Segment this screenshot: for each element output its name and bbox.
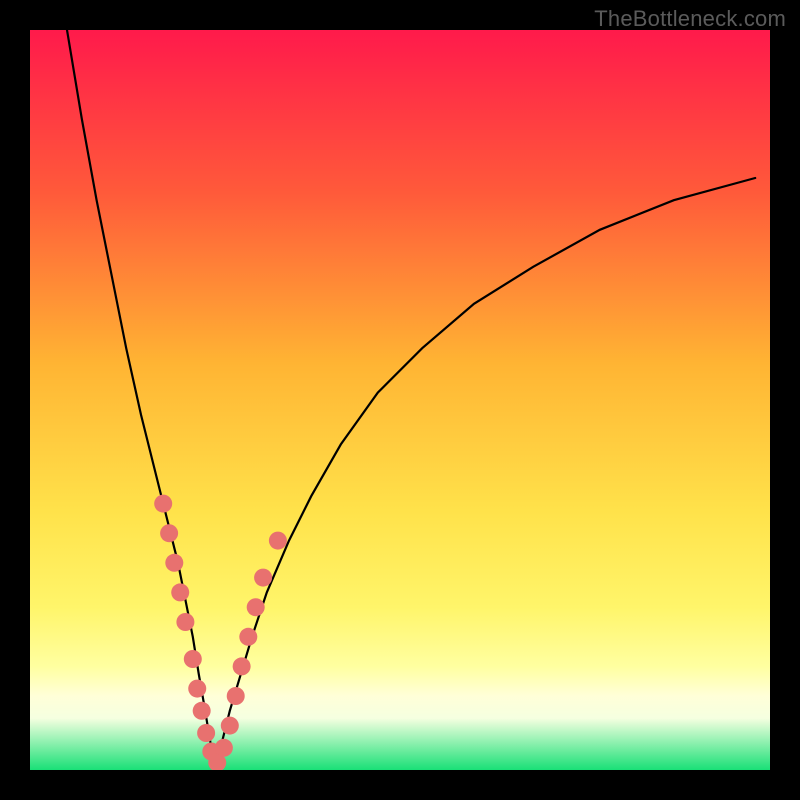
data-point: [176, 613, 194, 631]
data-point: [227, 687, 245, 705]
data-point: [269, 532, 287, 550]
data-point: [154, 495, 172, 513]
data-point: [247, 598, 265, 616]
data-point: [193, 702, 211, 720]
data-point: [160, 524, 178, 542]
data-point: [197, 724, 215, 742]
data-point: [184, 650, 202, 668]
data-point: [215, 739, 233, 757]
data-point: [233, 657, 251, 675]
data-point: [239, 628, 257, 646]
chart-svg: [30, 30, 770, 770]
chart-frame: TheBottleneck.com: [0, 0, 800, 800]
watermark-text: TheBottleneck.com: [594, 6, 786, 32]
data-point: [254, 569, 272, 587]
data-point: [188, 680, 206, 698]
data-point: [221, 717, 239, 735]
data-point: [171, 583, 189, 601]
gradient-bg: [30, 30, 770, 770]
data-point: [165, 554, 183, 572]
plot-area: [30, 30, 770, 770]
